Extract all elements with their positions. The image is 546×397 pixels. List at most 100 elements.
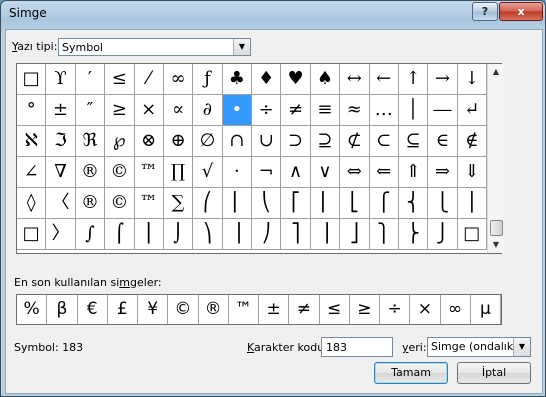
symbol-cell[interactable]: ≈ [340, 95, 370, 126]
symbol-cell[interactable]: ⎛ [193, 188, 223, 219]
recent-symbol-cell[interactable]: ™ [229, 295, 259, 324]
symbol-cell[interactable]: ⎬ [398, 219, 429, 250]
symbol-cell[interactable]: ⋅ [222, 157, 252, 188]
recent-symbol-cell[interactable]: ÷ [380, 295, 411, 324]
close-button[interactable]: x [499, 2, 543, 21]
symbol-cell[interactable]: ↵ [457, 95, 487, 126]
symbol-cell[interactable]: ≥ [105, 95, 135, 126]
symbol-cell[interactable]: ⎭ [428, 219, 458, 250]
symbol-cell[interactable]: ⊗ [134, 126, 164, 157]
recent-symbol-cell[interactable]: ± [259, 295, 290, 324]
font-select[interactable]: Symbol ▼ [58, 38, 251, 56]
symbol-cell[interactable]: ℜ [75, 126, 106, 157]
symbol-cell[interactable]: ⎮ [134, 219, 164, 250]
symbol-cell[interactable]: ⎦ [340, 219, 370, 250]
chevron-down-icon[interactable]: ▼ [513, 338, 530, 356]
symbol-cell[interactable]: ⇔ [340, 157, 370, 188]
symbol-cell[interactable]: ⊄ [340, 126, 370, 157]
symbol-cell[interactable]: ∠ [17, 157, 47, 188]
symbol-cell[interactable]: ⁄ [134, 64, 164, 95]
symbol-cell[interactable]: □ [457, 219, 487, 250]
symbol-cell[interactable]: ◊ [17, 188, 47, 219]
symbol-cell[interactable]: ♥ [281, 64, 311, 95]
scroll-thumb[interactable] [490, 220, 503, 236]
symbol-cell[interactable]: ℘ [105, 126, 135, 157]
grid-scrollbar[interactable]: ▲ ▼ [487, 64, 504, 253]
symbol-cell[interactable]: ♠ [310, 64, 341, 95]
symbol-cell[interactable]: ∞ [163, 64, 194, 95]
scroll-down-icon[interactable]: ▼ [488, 237, 504, 253]
symbol-cell[interactable]: ⌡ [163, 219, 194, 250]
symbol-cell[interactable]: ⊕ [163, 126, 194, 157]
recent-symbol-cell[interactable]: £ [108, 295, 138, 324]
symbol-cell[interactable]: ′ [75, 64, 106, 95]
symbol-cell[interactable]: ∅ [193, 126, 223, 157]
symbol-cell[interactable]: ⇐ [369, 157, 399, 188]
recent-symbol-cell[interactable]: ® [199, 295, 229, 324]
symbol-cell[interactable]: ― [428, 95, 458, 126]
symbol-cell[interactable]: ⎞ [193, 219, 223, 250]
recent-symbol-cell[interactable]: ∞ [441, 295, 471, 324]
symbol-cell[interactable]: ∏ [163, 157, 194, 188]
title-bar[interactable]: Simge ? x [1, 1, 545, 29]
symbol-cell[interactable]: 〈 [46, 188, 76, 219]
symbol-cell[interactable]: ⇒ [428, 157, 458, 188]
symbol-cell[interactable]: ⌠ [105, 219, 135, 250]
symbol-cell[interactable]: ⇑ [398, 157, 429, 188]
symbol-cell[interactable]: ∨ [310, 157, 341, 188]
symbol-cell[interactable]: ⎤ [281, 219, 311, 250]
symbol-cell[interactable]: ← [369, 64, 399, 95]
scroll-up-icon[interactable]: ▲ [488, 64, 504, 80]
symbol-cell[interactable]: ⎢ [310, 188, 341, 219]
symbol-cell[interactable]: ∫ [75, 219, 106, 250]
symbol-cell[interactable]: ″ [75, 95, 106, 126]
symbol-cell[interactable]: ⎪ [457, 188, 487, 219]
symbol-cell[interactable]: ≤ [105, 64, 135, 95]
symbol-cell[interactable]: ⎠ [252, 219, 282, 250]
symbol-cell[interactable]: ∝ [163, 95, 194, 126]
symbol-cell[interactable]: × [134, 95, 164, 126]
recent-symbol-cell[interactable]: © [168, 295, 199, 324]
symbol-cell[interactable]: ∑ [163, 188, 194, 219]
symbol-cell[interactable]: ¬ [252, 157, 282, 188]
symbol-cell[interactable]: ⎥ [310, 219, 341, 250]
symbol-cell[interactable]: ⎝ [252, 188, 282, 219]
symbol-cell[interactable]: □ [17, 219, 47, 250]
symbol-cell[interactable]: ♣ [222, 64, 252, 95]
symbol-cell[interactable]: ≠ [281, 95, 311, 126]
symbol-cell[interactable]: ° [17, 95, 47, 126]
cancel-button[interactable]: İptal [457, 362, 531, 384]
symbol-cell[interactable]: ∇ [46, 157, 76, 188]
recent-symbol-cell[interactable]: β [47, 295, 78, 324]
symbol-cell[interactable]: ↔ [340, 64, 370, 95]
recent-symbol-cell[interactable]: % [17, 295, 48, 324]
symbol-cell[interactable]: … [369, 95, 399, 126]
symbol-cell[interactable]: © [105, 157, 135, 188]
symbol-cell[interactable]: ♦ [252, 64, 282, 95]
symbol-cell[interactable]: ∪ [252, 126, 282, 157]
symbol-cell[interactable]: ⎟ [222, 219, 252, 250]
symbol-cell[interactable]: □ [17, 64, 47, 95]
symbol-cell[interactable]: © [105, 188, 135, 219]
symbol-cell[interactable]: ≡ [310, 95, 341, 126]
symbol-cell[interactable]: ⎡ [281, 188, 311, 219]
recent-symbol-cell[interactable]: ≥ [350, 295, 380, 324]
symbol-cell[interactable]: ⎫ [369, 219, 399, 250]
symbol-cell[interactable]: → [428, 64, 458, 95]
recent-symbol-cell[interactable]: ≤ [320, 295, 350, 324]
symbol-cell[interactable]: ∩ [222, 126, 252, 157]
symbol-cell[interactable]: │ [398, 95, 429, 126]
recent-symbol-cell[interactable]: ≠ [289, 295, 320, 324]
symbol-cell[interactable]: 〉 [46, 219, 76, 250]
recent-symbol-cell[interactable]: ¥ [138, 295, 169, 324]
symbol-cell[interactable]: ℵ [17, 126, 47, 157]
symbol-cell[interactable]: ® [75, 188, 106, 219]
symbol-cell[interactable]: ⊇ [310, 126, 341, 157]
charcode-input[interactable]: 183 [321, 337, 393, 357]
recent-symbol-cell[interactable]: € [78, 295, 108, 324]
symbol-cell[interactable]: ⎧ [369, 188, 399, 219]
symbol-cell[interactable]: ⎩ [428, 188, 458, 219]
symbol-cell[interactable]: • [222, 95, 252, 126]
symbol-cell[interactable]: ∈ [428, 126, 458, 157]
symbol-cell[interactable]: ↓ [457, 64, 487, 95]
